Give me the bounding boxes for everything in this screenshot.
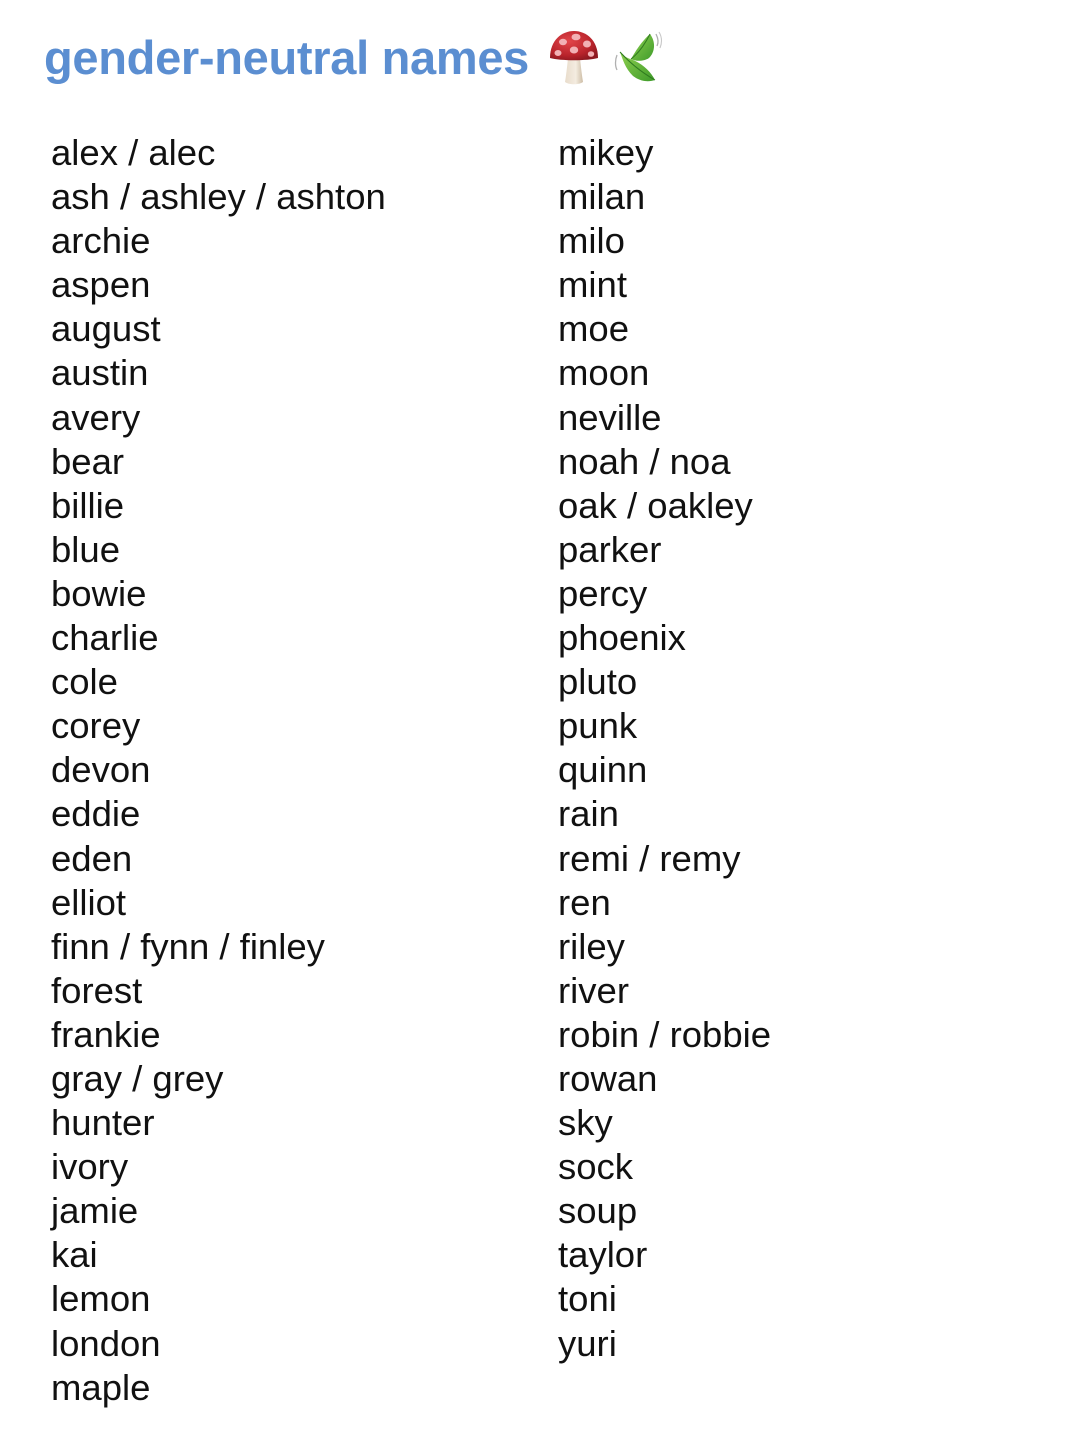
name-item: forest xyxy=(51,969,143,1011)
name-item: elliot xyxy=(51,881,127,923)
name-item: moon xyxy=(558,352,650,394)
name-item: austin xyxy=(51,352,149,394)
name-item: devon xyxy=(51,749,151,791)
name-item: august xyxy=(51,308,161,350)
name-item: finn / fynn / finley xyxy=(51,925,325,967)
name-item: phoenix xyxy=(558,617,686,659)
name-item: parker xyxy=(558,528,662,570)
name-item: london xyxy=(51,1322,161,1364)
name-item: kai xyxy=(51,1234,98,1276)
name-item: eddie xyxy=(51,793,141,835)
header: gender-neutral names xyxy=(44,22,663,92)
name-item: ren xyxy=(558,881,611,923)
names-column-left: alex / alec ash / ashley / ashton archie as… xyxy=(51,131,386,1410)
name-item: sky xyxy=(558,1102,613,1144)
name-item: blue xyxy=(51,528,121,570)
name-item: lemon xyxy=(51,1278,151,1320)
name-item: archie xyxy=(51,220,151,262)
name-item: mint xyxy=(558,264,627,306)
name-item: noah / noa xyxy=(558,440,731,482)
name-item: pluto xyxy=(558,661,638,703)
name-item: sock xyxy=(558,1146,634,1188)
name-item: ash / ashley / ashton xyxy=(51,176,386,218)
name-item: riley xyxy=(558,925,625,967)
name-item: frankie xyxy=(51,1013,161,1055)
name-item: billie xyxy=(51,484,125,526)
name-item: river xyxy=(558,969,629,1011)
name-item: quinn xyxy=(558,749,648,791)
name-item: toni xyxy=(558,1278,617,1320)
name-item: alex / alec xyxy=(51,132,216,173)
mushroom-icon xyxy=(547,28,601,86)
name-item: punk xyxy=(558,705,638,747)
name-item: yuri xyxy=(558,1322,617,1364)
name-item: jamie xyxy=(51,1190,139,1232)
title-emojis xyxy=(547,28,663,86)
name-item: charlie xyxy=(51,617,159,659)
name-item: taylor xyxy=(558,1234,648,1276)
name-item: robin / robbie xyxy=(558,1013,772,1055)
name-item: soup xyxy=(558,1190,638,1232)
name-item: maple xyxy=(51,1366,151,1408)
name-item: oak / oakley xyxy=(558,484,753,526)
name-item: moe xyxy=(558,308,630,350)
name-item: rowan xyxy=(558,1057,658,1099)
name-item: cole xyxy=(51,661,118,703)
name-item: bowie xyxy=(51,572,147,614)
name-item: aspen xyxy=(51,264,151,306)
name-item: neville xyxy=(558,396,662,438)
name-item: percy xyxy=(558,572,648,614)
name-item: hunter xyxy=(51,1102,155,1144)
name-item: eden xyxy=(51,837,133,879)
name-item: mikey xyxy=(558,132,654,173)
name-item: corey xyxy=(51,705,141,747)
leaf-fluttering-icon xyxy=(609,28,663,86)
names-column-right: mikey milan milo mint moe moon neville noah / n… xyxy=(558,131,771,1366)
name-item: ivory xyxy=(51,1146,129,1188)
name-item: milan xyxy=(558,176,646,218)
name-item: milo xyxy=(558,220,625,262)
page-title: gender-neutral names xyxy=(44,30,530,84)
name-item: rain xyxy=(558,793,619,835)
name-item: remi / remy xyxy=(558,837,741,879)
name-item: gray / grey xyxy=(51,1057,224,1099)
name-item: bear xyxy=(51,440,125,482)
name-item: avery xyxy=(51,396,141,438)
